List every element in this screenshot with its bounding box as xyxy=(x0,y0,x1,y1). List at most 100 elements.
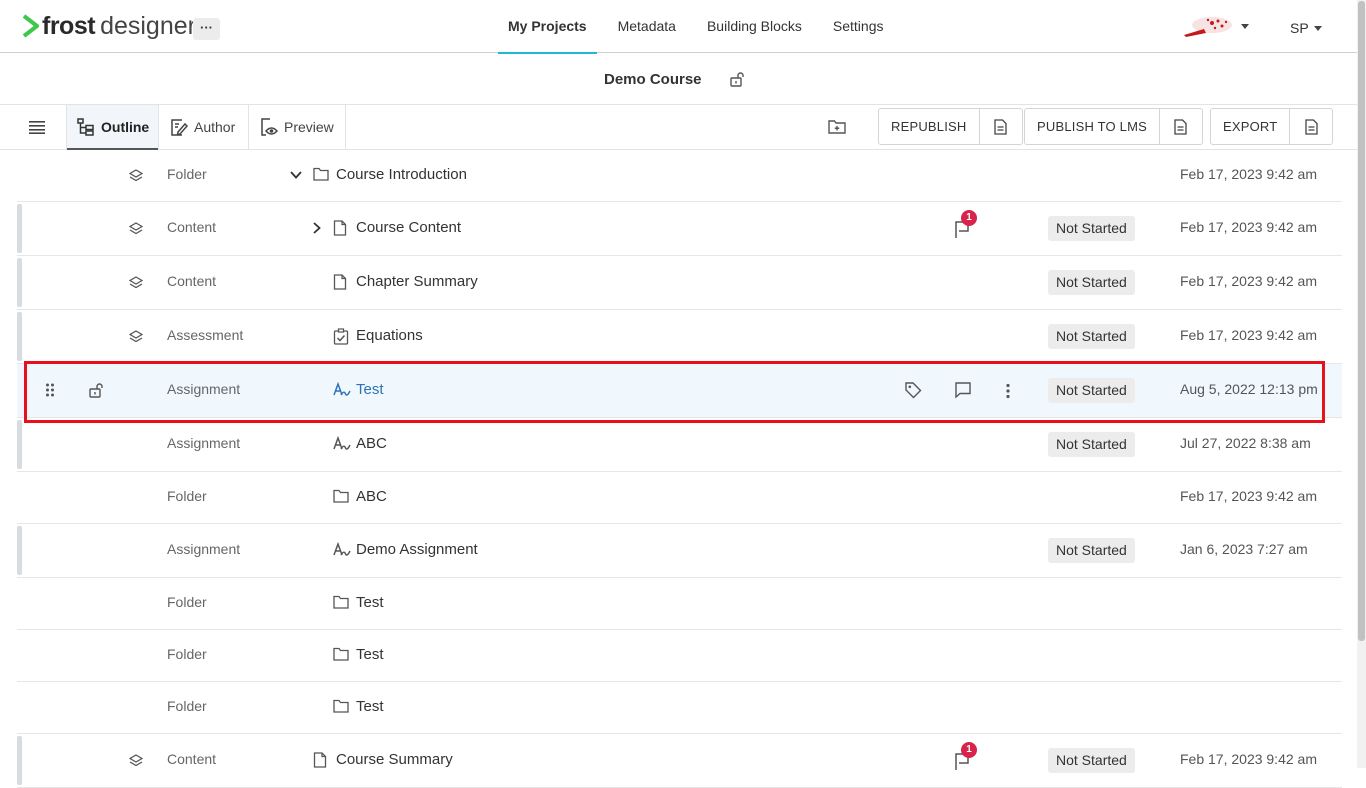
app-logo[interactable]: frost designer xyxy=(22,12,196,40)
row-title[interactable]: Test xyxy=(356,381,384,398)
outline-row[interactable]: Assignment Demo Assignment Not Started Jan … xyxy=(17,524,1342,578)
layers-icon[interactable] xyxy=(129,276,143,290)
assignment-icon xyxy=(333,382,351,398)
row-title[interactable]: Test xyxy=(356,698,384,715)
modified-date: Feb 17, 2023 9:42 am xyxy=(1180,219,1317,235)
outline-row[interactable]: Content Course Summary 1 Not Started Feb 17,… xyxy=(17,734,1342,788)
outline-row[interactable]: Content Chapter Summary Not Started Feb 17,… xyxy=(17,256,1342,310)
layers-icon[interactable] xyxy=(129,754,143,768)
outline-row[interactable]: Content Course Content 1 Not Started Feb 17,… xyxy=(17,202,1342,256)
row-title[interactable]: Course Content xyxy=(356,219,461,236)
organization-logo-icon[interactable] xyxy=(1182,13,1234,39)
user-initials[interactable]: SP xyxy=(1290,20,1309,36)
chevron-right-icon[interactable] xyxy=(312,222,322,234)
republish-log-button[interactable] xyxy=(980,109,1022,144)
status-badge: Not Started xyxy=(1048,324,1135,349)
row-title[interactable]: Chapter Summary xyxy=(356,273,478,290)
row-type: Folder xyxy=(167,488,207,504)
nav-tab-building-blocks[interactable]: Building Blocks xyxy=(697,0,812,53)
unlock-icon[interactable] xyxy=(88,382,104,398)
modified-date: Feb 17, 2023 9:42 am xyxy=(1180,273,1317,289)
view-toolbar: Outline Author Preview REPUBLISH PUBLISH… xyxy=(0,105,1366,150)
row-type: Content xyxy=(167,219,217,235)
row-type: Content xyxy=(167,751,217,767)
layers-icon[interactable] xyxy=(129,222,143,236)
row-title[interactable]: Course Summary xyxy=(336,751,453,768)
export-button[interactable]: EXPORT xyxy=(1211,109,1291,144)
nav-tab-settings[interactable]: Settings xyxy=(823,0,894,53)
layers-icon[interactable] xyxy=(129,169,143,183)
folder-icon xyxy=(333,647,349,661)
status-badge: Not Started xyxy=(1048,748,1135,773)
outline-tree-icon xyxy=(77,118,94,136)
more-options-button[interactable]: ··· xyxy=(193,18,220,40)
export-log-button[interactable] xyxy=(1290,109,1332,144)
tab-author[interactable]: Author xyxy=(159,105,249,149)
vertical-scrollbar[interactable] xyxy=(1357,0,1366,768)
folder-icon xyxy=(333,595,349,609)
republish-button-group: REPUBLISH xyxy=(878,108,1023,145)
row-type: Folder xyxy=(167,698,207,714)
publish-to-lms-button[interactable]: PUBLISH TO LMS xyxy=(1025,109,1160,144)
republish-button[interactable]: REPUBLISH xyxy=(879,109,980,144)
row-title[interactable]: Equations xyxy=(356,327,423,344)
assignment-icon xyxy=(333,542,351,558)
outline-row[interactable]: Folder ABC Feb 17, 2023 9:42 am xyxy=(17,472,1342,524)
drag-handle-icon[interactable] xyxy=(45,383,55,397)
org-menu-chevron-down-icon[interactable] xyxy=(1241,24,1249,29)
tab-outline[interactable]: Outline xyxy=(66,105,159,150)
row-title[interactable]: ABC xyxy=(356,435,387,452)
status-badge: Not Started xyxy=(1048,270,1135,295)
user-menu-chevron-down-icon[interactable] xyxy=(1314,26,1322,31)
folder-icon xyxy=(313,167,329,181)
nav-tab-metadata[interactable]: Metadata xyxy=(608,0,686,53)
row-type: Folder xyxy=(167,646,207,662)
modified-date: Feb 17, 2023 9:42 am xyxy=(1180,166,1317,182)
comment-icon[interactable] xyxy=(954,381,972,399)
outline-row[interactable]: Folder Test xyxy=(17,578,1342,630)
status-badge: Not Started xyxy=(1048,216,1135,241)
assignment-icon xyxy=(333,436,351,452)
row-type: Assignment xyxy=(167,435,241,451)
more-vertical-icon[interactable] xyxy=(1005,383,1011,399)
row-type: Content xyxy=(167,273,217,289)
outline-row-selected[interactable]: Assignment Test Not Started Aug 5, 2022 12:… xyxy=(17,364,1342,418)
new-folder-icon[interactable] xyxy=(828,119,846,135)
layers-icon[interactable] xyxy=(129,330,143,344)
top-navigation: frost designer ··· My Projects Metadata … xyxy=(0,0,1366,54)
row-title[interactable]: ABC xyxy=(356,488,387,505)
publish-lms-log-button[interactable] xyxy=(1160,109,1202,144)
brand-name-bold: frost xyxy=(42,11,96,40)
preview-eye-icon xyxy=(261,118,279,136)
row-type: Assessment xyxy=(167,327,244,343)
outline-row[interactable]: Assignment ABC Not Started Jul 27, 2022 8:3… xyxy=(17,418,1342,472)
status-badge: Not Started xyxy=(1048,378,1135,403)
document-icon xyxy=(1174,118,1188,135)
row-type: Folder xyxy=(167,166,207,182)
chevron-down-icon[interactable] xyxy=(290,170,302,180)
course-title: Demo Course xyxy=(604,71,702,88)
comment-count-badge: 1 xyxy=(961,210,977,226)
hamburger-menu-icon[interactable] xyxy=(29,120,45,134)
outline-row[interactable]: Folder Course Introduction Feb 17, 2023 9:… xyxy=(17,150,1342,202)
outline-row[interactable]: Folder Test xyxy=(17,630,1342,682)
tab-preview[interactable]: Preview xyxy=(249,105,346,149)
outline-row[interactable]: Folder Test xyxy=(17,682,1342,734)
folder-icon xyxy=(333,699,349,713)
export-button-group: EXPORT xyxy=(1210,108,1334,145)
logo-chevron-icon xyxy=(22,14,39,38)
unlock-icon[interactable] xyxy=(729,71,745,87)
row-title[interactable]: Course Introduction xyxy=(336,166,467,183)
outline-row[interactable]: Assessment Equations Not Started Feb 17, 20… xyxy=(17,310,1342,364)
tag-icon[interactable] xyxy=(904,381,922,399)
row-type: Folder xyxy=(167,594,207,610)
row-type: Assignment xyxy=(167,541,241,557)
row-title[interactable]: Test xyxy=(356,594,384,611)
checklist-icon xyxy=(333,328,349,345)
modified-date: Feb 17, 2023 9:42 am xyxy=(1180,751,1317,767)
scrollbar-thumb[interactable] xyxy=(1358,1,1365,641)
row-title[interactable]: Test xyxy=(356,646,384,663)
nav-tab-my-projects[interactable]: My Projects xyxy=(498,0,597,54)
row-title[interactable]: Demo Assignment xyxy=(356,541,478,558)
document-icon xyxy=(994,118,1007,135)
